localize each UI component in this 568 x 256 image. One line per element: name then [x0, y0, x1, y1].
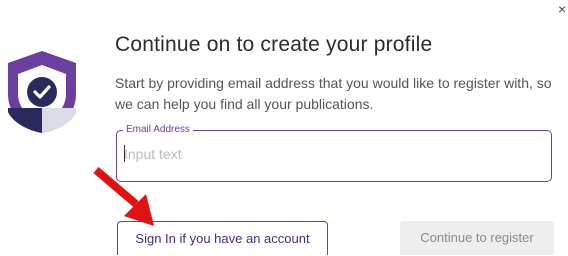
dialog-description: Start by providing email address that yo… [115, 75, 552, 112]
red-arrow-annotation [93, 166, 154, 226]
close-icon[interactable]: × [558, 2, 568, 16]
email-input[interactable] [124, 143, 524, 165]
email-label: Email Address [123, 123, 193, 136]
continue-to-register-button[interactable]: Continue to register [400, 221, 554, 255]
dialog-title: Continue on to create your profile [115, 33, 433, 56]
email-field[interactable]: Email Address [116, 123, 552, 182]
shield-check-logo [8, 51, 76, 133]
text-caret [124, 145, 125, 162]
